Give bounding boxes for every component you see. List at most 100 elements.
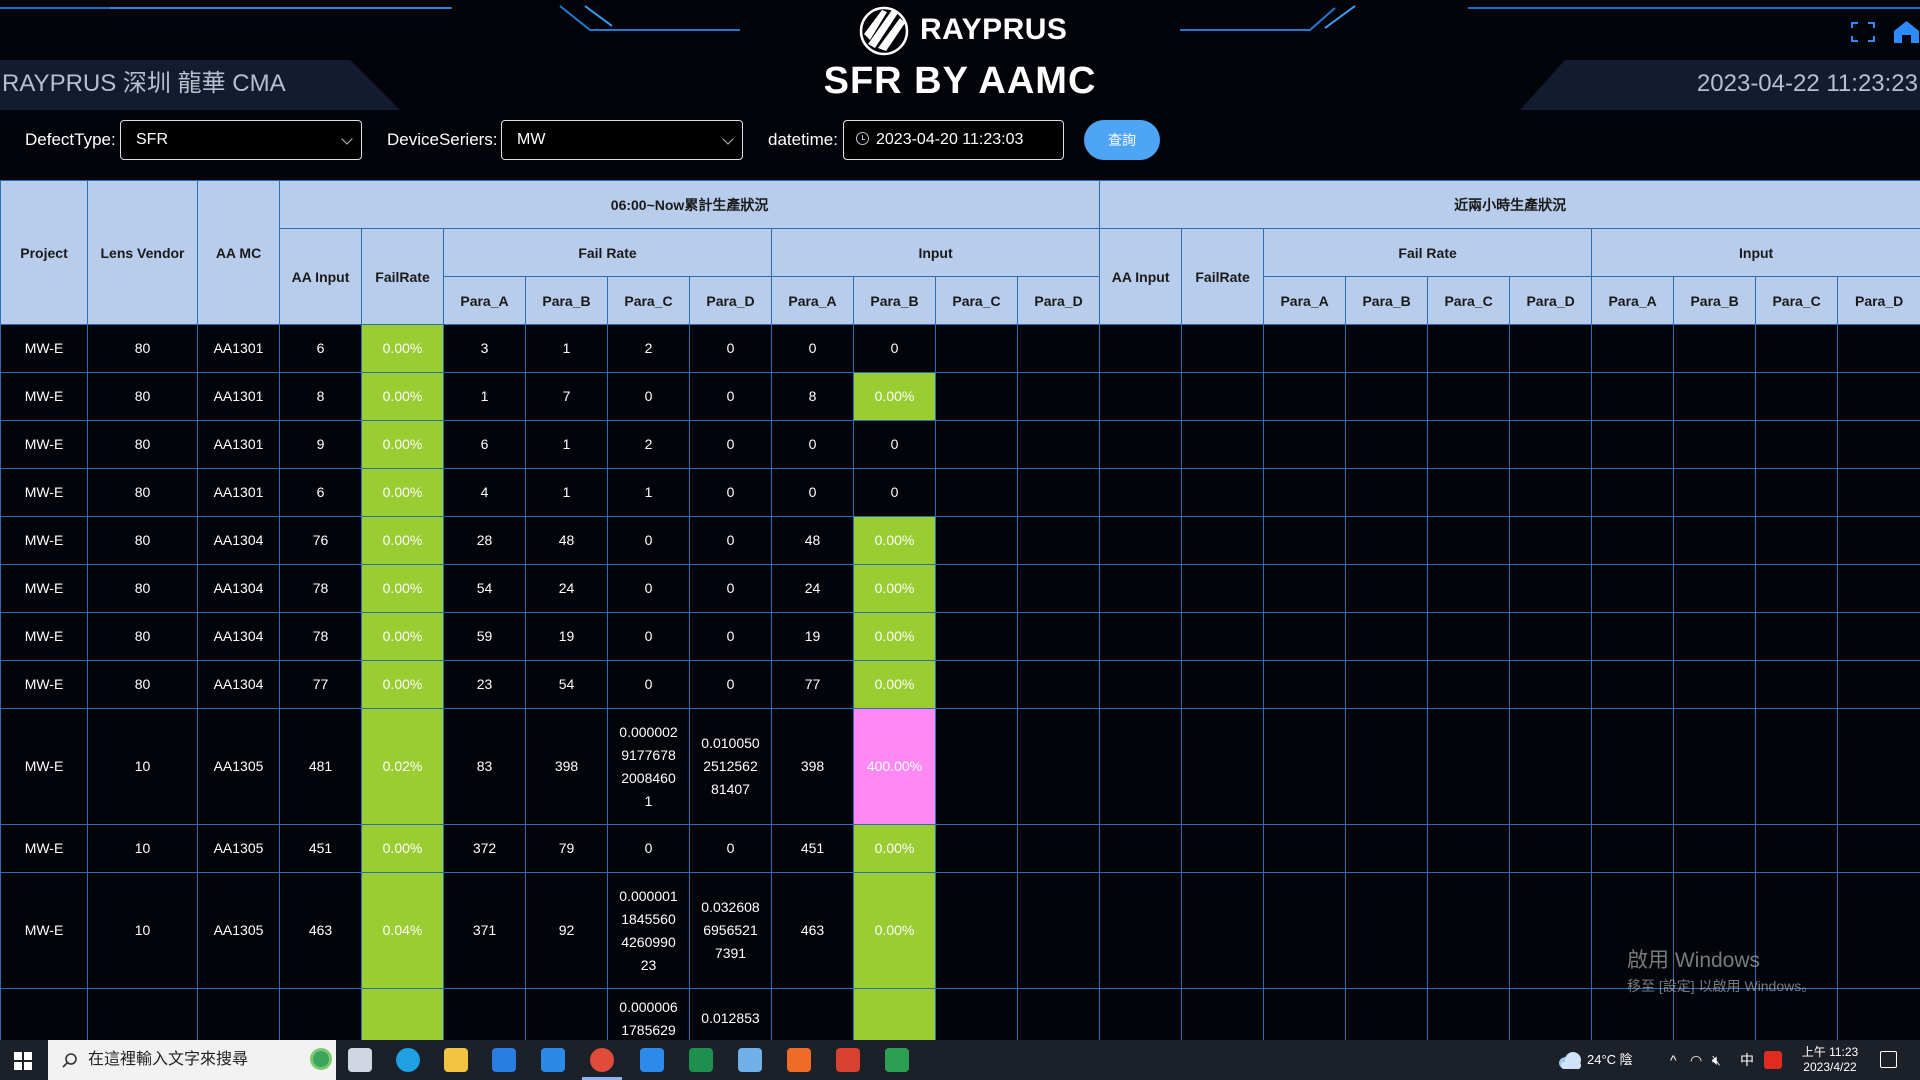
cell-lens-vendor xyxy=(87,988,198,1040)
cell-aa-input: 6 xyxy=(279,468,362,517)
fullscreen-icon[interactable] xyxy=(1851,22,1875,42)
tray-chevron-up-icon[interactable]: ^ xyxy=(1670,1040,1677,1080)
cell-aa-input: 463 xyxy=(279,872,362,989)
cell-empty xyxy=(1099,988,1183,1040)
windows-start-icon[interactable] xyxy=(14,1052,32,1070)
cell-project: MW-E xyxy=(0,824,88,873)
cell-empty xyxy=(1016,372,1101,421)
device-series-select[interactable]: MW xyxy=(501,120,743,160)
ime-indicator[interactable]: 中 xyxy=(1740,1040,1754,1080)
cell-empty xyxy=(1345,516,1429,565)
search-icon xyxy=(62,1053,77,1068)
datetime-picker[interactable]: 2023-04-20 11:23:03 xyxy=(843,120,1064,160)
cell-empty xyxy=(1181,824,1265,873)
taskbar-clock[interactable]: 上午 11:23 2023/4/22 xyxy=(1800,1045,1860,1075)
cell-empty xyxy=(1181,988,1265,1040)
cell-project: MW-E xyxy=(0,660,88,709)
cell-aa-mc: AA1301 xyxy=(197,324,280,373)
cell-empty xyxy=(1755,660,1839,709)
cell-empty xyxy=(935,372,1018,421)
cell-empty xyxy=(1263,612,1347,661)
cell-empty xyxy=(1837,468,1920,517)
cell-fail-para-a: 23 xyxy=(443,660,526,709)
cell-fail-para-c: 0.000002 9177678 2008460 1 xyxy=(607,708,690,825)
col-recent-fail-para-a: Para_A xyxy=(1263,276,1347,325)
cell-empty xyxy=(935,988,1018,1040)
cell-empty xyxy=(1181,660,1265,709)
defect-type-select[interactable]: SFR xyxy=(120,120,362,160)
cell-aa-input xyxy=(279,988,362,1040)
cell-empty xyxy=(1673,324,1757,373)
cell-lens-vendor: 80 xyxy=(87,372,198,421)
home-icon[interactable] xyxy=(1893,20,1920,44)
cell-fail-para-d: 0 xyxy=(689,468,772,517)
chrome-icon[interactable] xyxy=(590,1048,614,1072)
cell-fail-para-c: 0 xyxy=(607,372,690,421)
volume-muted-icon[interactable]: 🔇︎ xyxy=(1712,1040,1721,1080)
watermark-title: 啟用 Windows xyxy=(1627,949,1761,972)
cell-empty xyxy=(1016,988,1101,1040)
cell-empty xyxy=(935,708,1018,825)
defect-type-label: DefectType: xyxy=(25,130,116,149)
cell-input-para-b: 400.00% xyxy=(853,708,936,825)
cell-empty xyxy=(1427,872,1511,989)
cell-empty xyxy=(1345,324,1429,373)
cell-empty xyxy=(1673,372,1757,421)
cell-lens-vendor: 80 xyxy=(87,564,198,613)
task-view-icon[interactable] xyxy=(348,1048,372,1072)
store-icon[interactable] xyxy=(492,1048,516,1072)
cell-empty xyxy=(1263,420,1347,469)
input-method-s-icon[interactable] xyxy=(1764,1051,1782,1069)
table-row: MW-E 10 AA1305 451 0.00% 372 79 0 0 451 0.00% xyxy=(0,824,1920,873)
file-explorer-icon[interactable] xyxy=(444,1048,468,1072)
device-series-value: MW xyxy=(517,131,546,148)
notepad-icon[interactable] xyxy=(738,1048,762,1072)
datetime-label: datetime: xyxy=(768,130,838,149)
filter-bar: DefectType: SFR DeviceSeriers: MW dateti… xyxy=(0,120,1920,160)
weather-text[interactable]: 24°C 陰 xyxy=(1587,1040,1633,1080)
cell-fail-para-a xyxy=(443,988,526,1040)
taskbar-search-box[interactable]: 在這裡輸入文字來搜尋 xyxy=(48,1040,336,1080)
cell-aa-mc: AA1304 xyxy=(197,612,280,661)
cell-fail-rate: 0.02% xyxy=(361,708,444,825)
cell-lens-vendor: 80 xyxy=(87,660,198,709)
excel-icon[interactable] xyxy=(689,1048,713,1072)
cell-project: MW-E xyxy=(0,468,88,517)
cell-fail-para-a: 4 xyxy=(443,468,526,517)
cell-empty xyxy=(1427,612,1511,661)
production-table-container[interactable]: Project Lens Vendor AA MC 06:00~Now累計生產狀… xyxy=(0,180,1920,1040)
cell-empty xyxy=(1509,660,1593,709)
cell-aa-mc: AA1304 xyxy=(197,660,280,709)
network-icon[interactable]: ◠ xyxy=(1690,1040,1702,1080)
cell-fail-para-d: 0 xyxy=(689,420,772,469)
cell-input-para-a: 398 xyxy=(771,708,854,825)
notification-icon[interactable] xyxy=(1880,1051,1897,1068)
cell-fail-rate: 0.00% xyxy=(361,468,444,517)
cell-empty xyxy=(1509,516,1593,565)
cell-empty xyxy=(1099,324,1183,373)
app-green-icon[interactable] xyxy=(885,1048,909,1072)
cell-empty xyxy=(935,468,1018,517)
cell-fail-para-c: 2 xyxy=(607,324,690,373)
edge-icon[interactable] xyxy=(396,1048,420,1072)
cell-aa-mc: AA1305 xyxy=(197,708,280,825)
cell-empty xyxy=(1016,708,1101,825)
device-series-label: DeviceSeriers: xyxy=(387,130,498,149)
cell-empty xyxy=(1509,324,1593,373)
mail-icon[interactable] xyxy=(541,1048,565,1072)
app-red-icon[interactable] xyxy=(836,1048,860,1072)
cell-empty xyxy=(1016,324,1101,373)
cell-empty xyxy=(1591,468,1675,517)
cell-project: MW-E xyxy=(0,324,88,373)
cell-empty xyxy=(1755,324,1839,373)
cell-fail-rate: 0.00% xyxy=(361,372,444,421)
cell-empty xyxy=(1837,824,1920,873)
query-button[interactable]: 查詢 xyxy=(1084,120,1160,160)
cell-lens-vendor: 80 xyxy=(87,468,198,517)
search-highlight-icon xyxy=(310,1048,332,1070)
weather-cloud-icon xyxy=(1559,1052,1581,1069)
cell-empty xyxy=(1345,660,1429,709)
app-orange-icon[interactable] xyxy=(787,1048,811,1072)
vscode-icon[interactable] xyxy=(640,1048,664,1072)
cell-fail-para-a: 54 xyxy=(443,564,526,613)
